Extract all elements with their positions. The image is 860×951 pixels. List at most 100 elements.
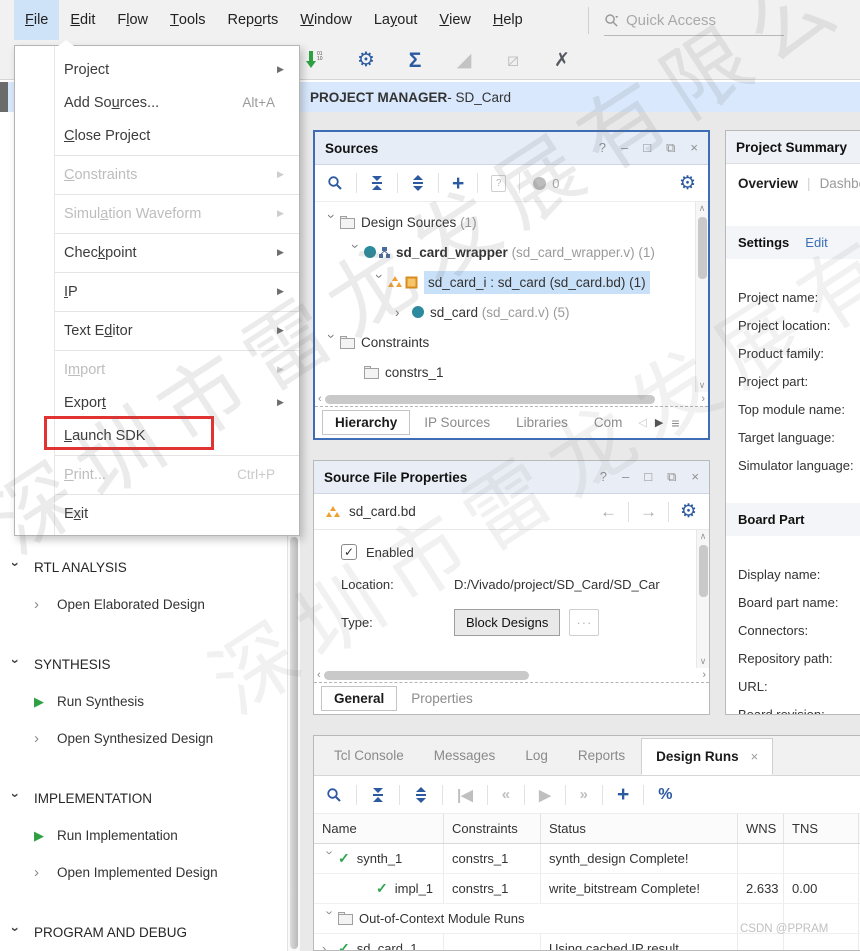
- float-icon[interactable]: ⧉: [666, 140, 675, 156]
- search-icon[interactable]: [327, 175, 343, 191]
- menu-item-export[interactable]: Expor t ▶: [15, 386, 299, 419]
- tree-row[interactable]: › sd_card_i : sd_card (sd_card.bd) (1): [315, 267, 708, 297]
- flow-item-run-implementation[interactable]: ▶ Run Implementation: [0, 817, 287, 854]
- tree-row[interactable]: › Design Sources (1): [315, 207, 708, 237]
- generate-bitstream-icon[interactable]: 01 10: [306, 50, 328, 70]
- flow-section-header[interactable]: › RTL ANALYSIS: [0, 549, 287, 586]
- search-icon[interactable]: [326, 787, 342, 803]
- edit-link[interactable]: Edit: [805, 235, 827, 250]
- tab-general[interactable]: General: [321, 686, 398, 711]
- minimize-icon[interactable]: –: [621, 140, 628, 156]
- tree-row[interactable]: › sd_card (sd_card.v) (5): [315, 297, 708, 327]
- tab-ip-sources[interactable]: IP Sources: [412, 411, 502, 434]
- cancel-run-icon[interactable]: ✗: [551, 51, 573, 70]
- scroll-left-icon[interactable]: ‹: [317, 669, 321, 681]
- column-header-tns[interactable]: TNS: [784, 814, 859, 843]
- close-tab-icon[interactable]: ×: [751, 749, 759, 764]
- tabs-scroll-left-icon[interactable]: ◁: [638, 416, 646, 429]
- tab-messages[interactable]: Messages: [420, 738, 510, 773]
- table-row[interactable]: › ✓ synth_1 constrs_1 synth_design Complete!: [314, 844, 860, 874]
- sources-vscrollbar[interactable]: ∧ ∨: [695, 202, 708, 392]
- tab-libraries[interactable]: Libraries: [504, 411, 580, 434]
- tab-hierarchy[interactable]: Hierarchy: [322, 410, 411, 435]
- flow-navigator-scrollbar[interactable]: [287, 535, 300, 951]
- chevron-right-icon[interactable]: ›: [395, 305, 412, 320]
- menubar-item-edit[interactable]: Edit: [59, 0, 106, 40]
- flow-section-header[interactable]: › PROGRAM AND DEBUG: [0, 914, 287, 951]
- tabs-scroll-right-icon[interactable]: ▶: [655, 416, 663, 429]
- flow-section-header[interactable]: › SYNTHESIS: [0, 646, 287, 683]
- menubar-item-reports[interactable]: Rep o rts: [216, 0, 289, 40]
- tab-log[interactable]: Log: [511, 738, 562, 773]
- add-sources-icon[interactable]: +: [452, 173, 464, 194]
- tree-row[interactable]: constrs_1: [315, 357, 708, 387]
- chevron-down-icon[interactable]: ›: [348, 244, 363, 261]
- tab-design-runs[interactable]: Design Runs ×: [641, 738, 774, 775]
- flow-item-open-implemented-design[interactable]: › Open Implemented Design: [0, 854, 287, 891]
- table-row[interactable]: › Out-of-Context Module Runs: [314, 904, 860, 934]
- help-icon[interactable]: ?: [599, 140, 606, 156]
- settings-gear-icon[interactable]: ⚙: [355, 50, 377, 70]
- menu-item-ip[interactable]: I P ▶: [15, 275, 299, 308]
- scroll-down-icon[interactable]: ∨: [699, 379, 706, 392]
- minimize-icon[interactable]: –: [622, 469, 629, 485]
- menu-item-add-sources[interactable]: Add So u rces... Alt+A: [15, 86, 299, 119]
- chevron-down-icon[interactable]: ›: [323, 851, 338, 867]
- tabs-menu-icon[interactable]: ≡: [671, 415, 679, 431]
- maximize-icon[interactable]: □: [643, 140, 651, 156]
- quick-access-search[interactable]: Quick Access: [604, 6, 784, 36]
- float-icon[interactable]: ⧉: [667, 469, 676, 485]
- settings-gear-icon[interactable]: ⚙: [680, 500, 697, 523]
- chevron-down-icon[interactable]: ›: [324, 214, 339, 231]
- tab-reports[interactable]: Reports: [564, 738, 639, 773]
- tree-row[interactable]: › Constraints: [315, 327, 708, 357]
- menu-item-project[interactable]: Pro j ect ▶: [15, 53, 299, 86]
- scroll-up-icon[interactable]: ∧: [700, 530, 707, 543]
- scroll-right-icon[interactable]: ›: [701, 393, 705, 405]
- scroll-up-icon[interactable]: ∧: [699, 202, 706, 215]
- tab-overview[interactable]: Overview: [738, 176, 798, 191]
- close-icon[interactable]: ×: [690, 140, 698, 156]
- column-header-status[interactable]: Status: [541, 814, 738, 843]
- help-icon[interactable]: ?: [600, 469, 607, 485]
- menubar-item-flow[interactable]: Fl ow: [106, 0, 159, 40]
- type-value[interactable]: Block Designs: [454, 609, 561, 636]
- column-header-name[interactable]: Name: [314, 814, 444, 843]
- sfp-hscrollbar[interactable]: ‹ ›: [314, 668, 709, 682]
- tab-tcl-console[interactable]: Tcl Console: [320, 738, 418, 773]
- tab-com[interactable]: Com: [582, 411, 635, 434]
- type-browse-button[interactable]: ···: [569, 609, 600, 636]
- expand-all-icon[interactable]: [411, 175, 425, 191]
- menu-item-close-project[interactable]: Close Project: [15, 119, 299, 152]
- run-progress-icon[interactable]: %: [658, 786, 672, 804]
- menubar-item-layout[interactable]: La y out: [363, 0, 429, 40]
- close-icon[interactable]: ×: [691, 469, 699, 485]
- flow-item-open-synthesized-design[interactable]: › Open Synthesized Design: [0, 720, 287, 757]
- create-run-icon[interactable]: +: [617, 784, 629, 805]
- menubar-item-view[interactable]: View: [428, 0, 481, 40]
- chevron-down-icon[interactable]: ›: [324, 334, 339, 351]
- menu-item-exit[interactable]: Ex it: [15, 497, 299, 530]
- flow-section-header[interactable]: › IMPLEMENTATION: [0, 780, 287, 817]
- flow-item-open-elaborated-design[interactable]: › Open Elaborated Design: [0, 586, 287, 623]
- collapse-all-icon[interactable]: [371, 787, 385, 803]
- tab-dashboard[interactable]: Dashboard: [820, 176, 860, 191]
- sources-hscrollbar[interactable]: ‹ ›: [315, 392, 708, 406]
- maximize-icon[interactable]: □: [644, 469, 652, 485]
- menubar-item-tools[interactable]: Tools: [159, 0, 216, 40]
- flow-item-run-synthesis[interactable]: ▶ Run Synthesis: [0, 683, 287, 720]
- menubar-item-help[interactable]: Help: [482, 0, 534, 40]
- menubar-item-file[interactable]: File: [14, 0, 60, 40]
- enabled-checkbox[interactable]: ✓: [341, 544, 357, 560]
- menu-item-checkpoint[interactable]: Chec k point ▶: [15, 236, 299, 269]
- report-sigma-icon[interactable]: Σ: [404, 50, 426, 71]
- sfp-vscrollbar[interactable]: ∧ ∨: [696, 530, 709, 668]
- menubar-item-window[interactable]: Window: [289, 0, 363, 40]
- table-row[interactable]: ✓ impl_1 constrs_1 write_bitstream Complete…: [314, 874, 860, 904]
- tree-row[interactable]: › sd_card_wrapper (sd_card_wrapper.v) (1): [315, 237, 708, 267]
- chevron-right-icon[interactable]: ›: [322, 941, 338, 950]
- table-row[interactable]: › ✓ sd_card_1 Using cached IP result: [314, 934, 860, 950]
- settings-gear-icon[interactable]: ⚙: [679, 172, 696, 195]
- scroll-left-icon[interactable]: ‹: [318, 393, 322, 405]
- scroll-right-icon[interactable]: ›: [702, 669, 706, 681]
